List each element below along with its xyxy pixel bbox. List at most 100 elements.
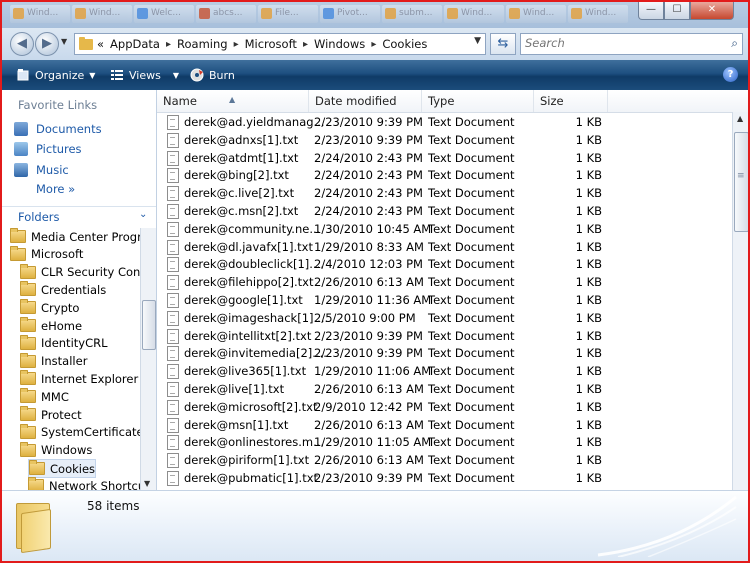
folder-tree-item[interactable]: Credentials <box>20 281 106 298</box>
taskbar-button[interactable]: Welc... <box>134 5 194 23</box>
folder-tree-item[interactable]: CLR Security Config <box>20 263 140 281</box>
taskbar-button[interactable]: Wind... <box>10 5 70 23</box>
file-row[interactable]: derek@adnxs[1].txt 2/23/2010 9:39 PM Text … <box>157 131 732 149</box>
scroll-down-icon[interactable]: ▼ <box>144 479 150 488</box>
breadcrumb-separator[interactable]: ▸ <box>234 39 239 50</box>
close-button[interactable]: ✕ <box>690 2 734 20</box>
taskbar-label: subm... <box>399 8 433 18</box>
file-row[interactable]: derek@imageshack[1].... 2/5/2010 9:00 PM T… <box>157 309 732 327</box>
favorite-music[interactable]: Music <box>14 161 69 179</box>
taskbar-button[interactable]: subm... <box>382 5 442 23</box>
file-row[interactable]: derek@ad.yieldmanag... 2/23/2010 9:39 PM T… <box>157 113 732 131</box>
address-prefix[interactable]: « <box>97 37 104 51</box>
column-type[interactable]: Type <box>422 90 534 112</box>
folder-tree-item[interactable]: Internet Explorer <box>20 370 138 387</box>
file-row[interactable]: derek@intellitxt[2].txt 2/23/2010 9:39 PM… <box>157 327 732 345</box>
file-row[interactable]: derek@pubmatic[1].txt 2/23/2010 9:39 PM Te… <box>157 469 732 487</box>
breadcrumb-windows[interactable]: Windows <box>314 37 365 51</box>
file-type: Text Document <box>428 346 515 361</box>
folder-tree-item[interactable]: IdentityCRL <box>20 334 108 352</box>
breadcrumb-separator[interactable]: ▸ <box>166 39 171 50</box>
folder-icon <box>20 281 36 297</box>
search-input[interactable] <box>521 34 715 52</box>
views-menu[interactable]: Views ▼ <box>110 67 179 83</box>
scroll-up-icon[interactable]: ▲ <box>737 114 743 123</box>
minimize-button[interactable]: — <box>638 2 664 20</box>
more-link[interactable]: More » <box>36 182 75 196</box>
address-bar[interactable]: « AppData ▸ Roaming ▸ Microsoft ▸ Window… <box>74 33 486 55</box>
file-row[interactable]: derek@dl.javafx[1].txt 1/29/2010 8:33 AM T… <box>157 238 732 256</box>
folder-tree-scrollbar[interactable]: ▼ <box>140 228 156 490</box>
folder-icon <box>20 388 36 404</box>
folder-tree-item[interactable]: Windows <box>20 441 92 459</box>
column-date-modified[interactable]: Date modified <box>309 90 422 112</box>
folder-tree-item[interactable]: Protect <box>20 406 82 423</box>
file-size: 1 KB <box>575 168 602 183</box>
file-type: Text Document <box>428 115 515 129</box>
folders-header[interactable]: Folders ⌄ <box>2 206 156 227</box>
favorite-pictures[interactable]: Pictures <box>14 140 82 158</box>
taskbar-label: Wind... <box>523 8 555 18</box>
file-row[interactable]: derek@c.msn[2].txt 2/24/2010 2:43 PM Text … <box>157 202 732 220</box>
taskbar-button[interactable]: Wind... <box>444 5 504 23</box>
scrollbar-thumb[interactable] <box>734 132 748 232</box>
folder-tree-item[interactable]: SystemCertificates <box>20 423 140 441</box>
file-row[interactable]: derek@msn[1].txt 2/26/2010 6:13 AM Text Do… <box>157 416 732 434</box>
folder-tree-item[interactable]: Installer <box>20 352 87 370</box>
file-row[interactable]: derek@google[1].txt 1/29/2010 11:36 AM Tex… <box>157 291 732 309</box>
breadcrumb-appdata[interactable]: AppData <box>110 37 160 51</box>
folder-tree-item[interactable]: eHome <box>20 317 82 334</box>
folder-label: eHome <box>41 318 83 333</box>
folder-tree-item[interactable]: Media Center Programs <box>10 228 140 245</box>
folder-label: Protect <box>41 407 82 422</box>
taskbar-button[interactable]: abcs... <box>196 5 256 23</box>
file-list-scrollbar[interactable]: ▲ <box>732 112 748 490</box>
folder-tree-item[interactable]: Microsoft <box>10 245 83 263</box>
refresh-button[interactable]: ⇆ <box>490 33 516 55</box>
back-button[interactable]: ◀ <box>10 32 34 56</box>
folder-tree-item[interactable]: Network Shortcuts <box>28 477 140 490</box>
address-dropdown[interactable]: ▼ <box>474 36 481 46</box>
folder-tree-item[interactable]: Cookies <box>28 459 97 479</box>
file-row[interactable]: derek@atdmt[1].txt 2/24/2010 2:43 PM Text … <box>157 149 732 167</box>
recent-pages-dropdown[interactable]: ▼ <box>61 37 67 46</box>
file-row[interactable]: derek@live365[1].txt 1/29/2010 11:06 AM Te… <box>157 362 732 380</box>
breadcrumb-separator[interactable]: ▸ <box>303 39 308 50</box>
file-name: derek@atdmt[1].txt <box>184 150 299 165</box>
file-row[interactable]: derek@doubleclick[1].... 2/4/2010 12:03 P… <box>157 255 732 273</box>
folder-label: Crypto <box>41 300 80 315</box>
breadcrumb-roaming[interactable]: Roaming <box>177 37 228 51</box>
file-row[interactable]: derek@live[1].txt 2/26/2010 6:13 AM Text D… <box>157 380 732 398</box>
taskbar-button[interactable]: File... <box>258 5 318 23</box>
folder-icon <box>20 370 36 386</box>
organize-menu[interactable]: Organize ▼ <box>16 67 95 83</box>
breadcrumb-cookies[interactable]: Cookies <box>382 37 427 51</box>
favorite-links-title: Favorite Links <box>18 98 98 112</box>
folder-tree-item[interactable]: Crypto <box>20 299 79 316</box>
maximize-button[interactable]: ☐ <box>664 2 690 20</box>
burn-button[interactable]: Burn <box>190 67 235 83</box>
favorite-documents[interactable]: Documents <box>14 120 102 138</box>
file-row[interactable]: derek@microsoft[2].txt 2/9/2010 12:42 PM T… <box>157 398 732 416</box>
file-row[interactable]: derek@onlinestores.m... 1/29/2010 11:05 A… <box>157 433 732 451</box>
taskbar-button[interactable]: Pivot... <box>320 5 380 23</box>
file-row[interactable]: derek@c.live[2].txt 2/24/2010 2:43 PM Text… <box>157 184 732 202</box>
search-box[interactable]: ⌕ <box>520 33 743 55</box>
forward-button[interactable]: ▶ <box>35 32 59 56</box>
breadcrumb-separator[interactable]: ▸ <box>371 39 376 50</box>
breadcrumb-microsoft[interactable]: Microsoft <box>245 37 297 51</box>
file-row[interactable]: derek@filehippo[2].txt 2/26/2010 6:13 AM T… <box>157 273 732 291</box>
help-button[interactable]: ? <box>723 67 738 82</box>
magnifier-icon[interactable]: ⌕ <box>731 36 738 51</box>
folder-tree-item[interactable]: MMC <box>20 388 69 405</box>
taskbar-button[interactable]: Wind... <box>568 5 628 23</box>
file-row[interactable]: derek@invitemedia[2].... 2/23/2010 9:39 P… <box>157 344 732 362</box>
column-size[interactable]: Size <box>534 90 608 112</box>
file-row[interactable]: derek@community.ne... 1/30/2010 10:45 AM T… <box>157 220 732 238</box>
taskbar-button[interactable]: Wind... <box>72 5 132 23</box>
column-name[interactable]: Name ▲ <box>157 90 309 112</box>
taskbar-button[interactable]: Wind... <box>506 5 566 23</box>
file-row[interactable]: derek@piriform[1].txt 2/26/2010 6:13 AM Te… <box>157 451 732 469</box>
file-row[interactable]: derek@bing[2].txt 2/24/2010 2:43 PM Text D… <box>157 166 732 184</box>
scrollbar-thumb[interactable] <box>142 300 156 350</box>
